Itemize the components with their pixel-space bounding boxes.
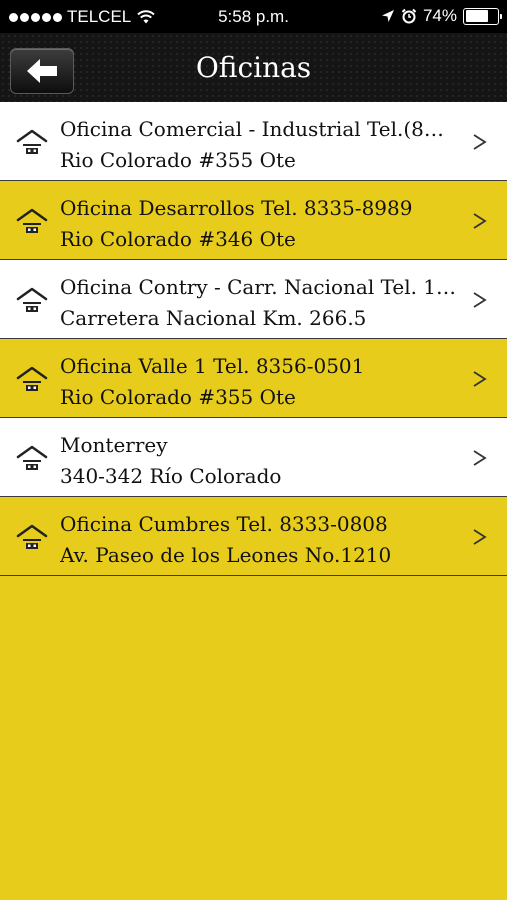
office-building-icon xyxy=(16,287,48,312)
office-building-icon xyxy=(16,208,48,233)
back-arrow-icon xyxy=(27,59,57,83)
office-row[interactable]: Oficina Cumbres Tel. 8333-0808 Av. Paseo… xyxy=(0,497,507,576)
office-title: Monterrey xyxy=(60,433,168,457)
office-title: Oficina Comercial - Industrial Tel.(8… xyxy=(60,117,444,141)
office-address: 340-342 Río Colorado xyxy=(60,464,282,488)
chevron-right-icon xyxy=(473,371,487,387)
back-button[interactable] xyxy=(10,48,74,94)
office-address: Carretera Nacional Km. 266.5 xyxy=(60,306,367,330)
status-bar: TELCEL 5:58 p.m. 74% xyxy=(0,0,507,33)
chevron-right-icon xyxy=(473,450,487,466)
chevron-right-icon xyxy=(473,134,487,150)
navigation-bar: Oficinas xyxy=(0,33,507,102)
office-title: Oficina Cumbres Tel. 8333-0808 xyxy=(60,512,388,536)
office-row[interactable]: Oficina Desarrollos Tel. 8335-8989 Rio C… xyxy=(0,181,507,260)
office-address: Rio Colorado #355 Ote xyxy=(60,385,296,409)
chevron-right-icon xyxy=(473,292,487,308)
chevron-right-icon xyxy=(473,213,487,229)
page-title: Oficinas xyxy=(195,51,312,84)
office-address: Av. Paseo de los Leones No.1210 xyxy=(60,543,392,567)
office-title: Oficina Desarrollos Tel. 8335-8989 xyxy=(60,196,413,220)
chevron-right-icon xyxy=(473,529,487,545)
office-row[interactable]: Oficina Valle 1 Tel. 8356-0501 Rio Color… xyxy=(0,339,507,418)
office-title: Oficina Valle 1 Tel. 8356-0501 xyxy=(60,354,365,378)
office-row[interactable]: Oficina Comercial - Industrial Tel.(8… R… xyxy=(0,102,507,181)
battery-icon xyxy=(463,7,502,25)
office-building-icon xyxy=(16,524,48,549)
battery-fill xyxy=(465,10,489,22)
office-building-icon xyxy=(16,129,48,154)
office-title: Oficina Contry - Carr. Nacional Tel. 1… xyxy=(60,275,457,299)
office-address: Rio Colorado #355 Ote xyxy=(60,148,296,172)
battery-percent: 74% xyxy=(422,6,457,25)
status-right: 74% xyxy=(381,6,502,26)
office-row[interactable]: Monterrey 340-342 Río Colorado xyxy=(0,418,507,497)
office-building-icon xyxy=(16,445,48,470)
office-list: Oficina Comercial - Industrial Tel.(8… R… xyxy=(0,102,507,576)
office-building-icon xyxy=(16,366,48,391)
location-arrow-icon xyxy=(381,10,394,22)
office-row[interactable]: Oficina Contry - Carr. Nacional Tel. 1… … xyxy=(0,260,507,339)
alarm-clock-icon xyxy=(401,8,417,24)
office-address: Rio Colorado #346 Ote xyxy=(60,227,296,251)
